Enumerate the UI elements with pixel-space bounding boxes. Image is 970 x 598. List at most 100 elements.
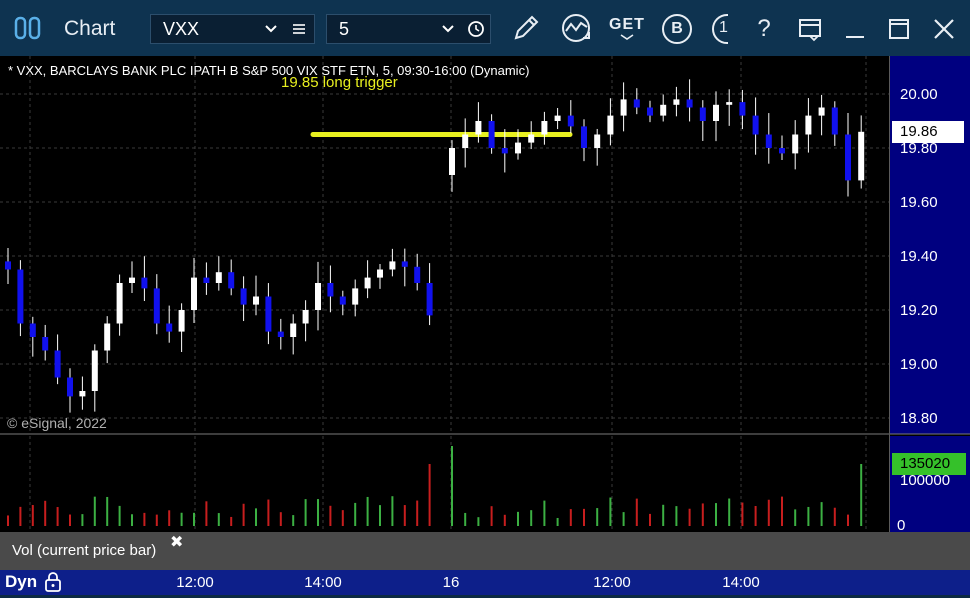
candle-body [377, 269, 383, 278]
volume-bar [304, 499, 307, 526]
volume-bar [7, 515, 9, 526]
candle-body [54, 350, 61, 378]
volume-bar [242, 503, 245, 526]
candle-body [42, 337, 49, 351]
time-tick: 16 [442, 574, 460, 591]
clock-icon[interactable] [467, 20, 485, 43]
candle-body [805, 115, 812, 135]
candle-body [228, 272, 235, 289]
candle-body [818, 107, 825, 116]
volume-bar [143, 512, 146, 526]
minimize-icon[interactable] [842, 14, 868, 44]
volume-bar [292, 515, 295, 526]
volume-bar [807, 506, 810, 526]
volume-bar [503, 514, 506, 526]
candle-body [779, 148, 785, 154]
window-menu-icon[interactable] [796, 14, 824, 44]
candle-body [277, 331, 284, 337]
price-chart[interactable] [0, 56, 970, 570]
candle-body [389, 261, 396, 270]
trigger-annotation[interactable]: 19.85 long trigger [281, 74, 398, 91]
help-icon[interactable]: ? [750, 14, 778, 44]
close-icon[interactable] [930, 14, 958, 44]
get-data-button[interactable]: GET [608, 14, 646, 42]
candle-body [240, 288, 247, 305]
maximize-icon[interactable] [886, 14, 912, 44]
copyright-label: © eSignal, 2022 [7, 415, 107, 431]
candle-body [426, 283, 433, 316]
candle-body [178, 310, 185, 332]
volume-bar [379, 505, 381, 526]
candle-body [339, 296, 346, 305]
candle-body [858, 131, 865, 181]
candle-body [290, 323, 297, 337]
candle-body [594, 134, 601, 148]
dynamic-mode-label[interactable]: Dyn [5, 572, 37, 592]
lock-icon[interactable] [43, 571, 63, 598]
volume-bar [649, 513, 651, 526]
volume-bar [205, 501, 208, 526]
candle-body [739, 102, 746, 116]
candle-body [845, 134, 851, 181]
volume-bar [464, 512, 467, 526]
close-study-icon[interactable]: ✖ [170, 532, 183, 552]
volume-bar [106, 496, 109, 526]
chart-app-icon [14, 16, 46, 40]
chevron-down-icon[interactable] [440, 21, 456, 42]
symbol-value: VXX [163, 18, 200, 39]
candle-body [554, 115, 561, 121]
candle-body [17, 269, 24, 324]
volume-bar [860, 464, 863, 526]
chart-area[interactable]: * VXX, BARCLAYS BANK PLC IPATH B S&P 500… [0, 56, 970, 570]
volume-bar [820, 502, 823, 526]
chevron-down-icon[interactable] [263, 21, 279, 42]
candle-body [528, 134, 535, 143]
volume-bar [477, 517, 480, 526]
volume-bar [19, 506, 22, 526]
volume-bar [131, 514, 133, 526]
candle-body [475, 121, 482, 135]
candle-body [153, 288, 160, 324]
volume-study-label[interactable]: Vol (current price bar) [12, 542, 156, 559]
time-axis-bar[interactable]: Dyn 12:00 14:00 16 12:00 14:00 [0, 570, 970, 595]
candle-body [449, 148, 455, 175]
one-button-icon[interactable]: 1 [712, 14, 728, 44]
candle-body [660, 104, 667, 116]
candle-body [792, 134, 799, 154]
candle-body [699, 107, 706, 121]
candle-body [607, 115, 614, 135]
title-bar: Chart VXX 5 GET B 1 ? [0, 0, 970, 56]
candle-body [215, 272, 222, 283]
time-tick: 14:00 [304, 574, 342, 591]
list-icon[interactable] [291, 21, 307, 42]
candle-body [116, 283, 123, 324]
price-axis-panel[interactable] [890, 56, 970, 434]
b-button-icon[interactable]: B [662, 14, 692, 44]
price-tick: 19.40 [900, 248, 938, 265]
candle-body [401, 261, 408, 267]
candle-body [352, 288, 359, 305]
candle-body [541, 121, 548, 135]
help-label: ? [757, 15, 771, 42]
candle-body [5, 261, 11, 270]
volume-bar [583, 508, 585, 526]
pencil-icon[interactable] [510, 12, 542, 44]
volume-bar [155, 514, 158, 526]
volume-bar [341, 510, 344, 526]
volume-bar [622, 512, 625, 526]
volume-bar [609, 497, 612, 526]
candle-body [91, 350, 98, 391]
candle-body [713, 104, 719, 121]
candle-body [67, 377, 73, 397]
candles [5, 79, 865, 413]
symbol-selector[interactable]: VXX [150, 14, 315, 44]
study-icon[interactable] [560, 12, 594, 44]
candle-body [141, 277, 148, 289]
candle-body [765, 134, 772, 148]
interval-selector[interactable]: 5 [326, 14, 491, 44]
volume-bar [329, 505, 332, 526]
volume-bar [93, 496, 96, 526]
volume-bar [267, 499, 270, 526]
volume-bar [403, 505, 406, 526]
volume-bar [794, 509, 797, 526]
